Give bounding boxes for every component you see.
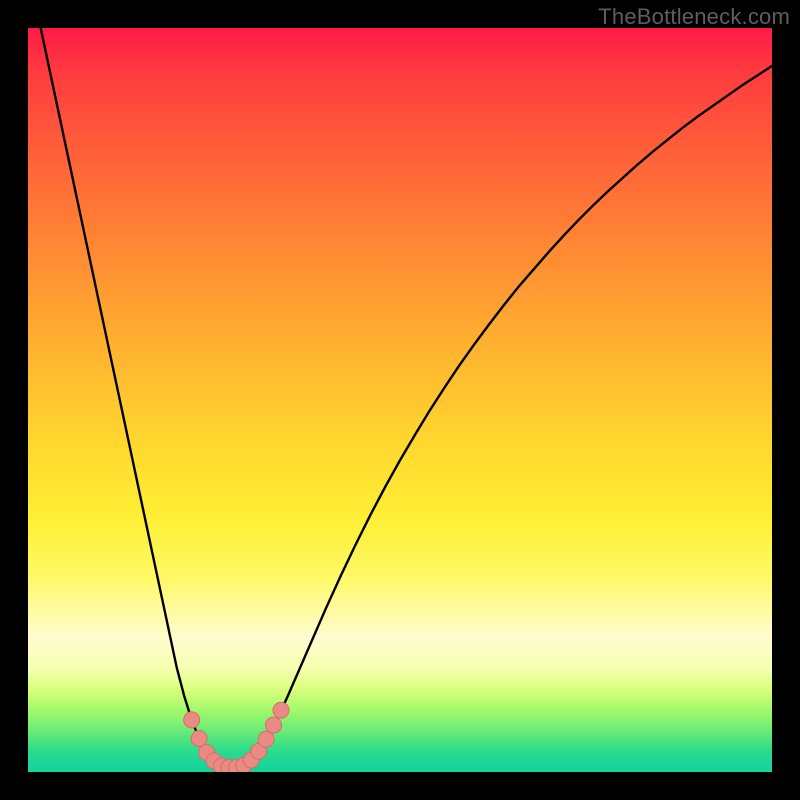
data-marker <box>184 712 200 728</box>
data-marker <box>191 731 207 747</box>
plot-area <box>28 28 772 772</box>
chart-frame: TheBottleneck.com <box>0 0 800 800</box>
watermark-text: TheBottleneck.com <box>598 4 790 30</box>
data-marker <box>258 731 274 747</box>
data-marker <box>273 702 289 718</box>
data-marker <box>266 717 282 733</box>
bottleneck-curve <box>28 28 772 772</box>
